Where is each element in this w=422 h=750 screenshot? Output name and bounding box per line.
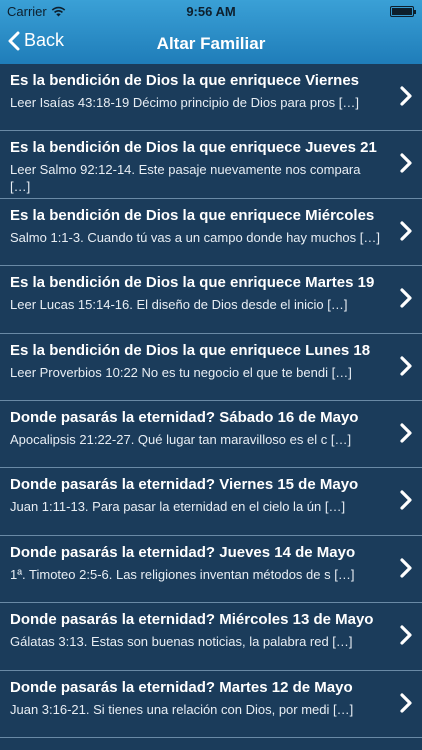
list-item[interactable]: Donde pasarás la eternidad? Miércoles 13…: [0, 603, 422, 671]
list-item-title: Es la bendición de Dios la que enriquece…: [10, 139, 377, 157]
list-item-excerpt: Leer Proverbios 10:22 No es tu negocio e…: [10, 364, 352, 380]
battery-icon: [390, 6, 416, 17]
chevron-right-icon: [400, 423, 412, 443]
status-time: 9:56 AM: [186, 4, 236, 19]
list-item-excerpt: Salmo 1:1-3. Cuando tú vas a un campo do…: [10, 229, 380, 245]
list-item-title: Donde pasarás la eternidad? Martes 12 de…: [10, 678, 353, 696]
list-item-title: Es la bendición de Dios la que enriquece…: [10, 274, 375, 292]
page-title: Altar Familiar: [156, 34, 266, 53]
list-item[interactable]: Es la bendición de Dios la que enriquece…: [0, 198, 422, 267]
list-item[interactable]: Es la bendición de Dios la que enriquece…: [0, 266, 422, 334]
list-item-excerpt: Apocalipsis 21:22-27. Qué lugar tan mara…: [10, 431, 352, 447]
status-bar: Carrier 9:56 AM: [0, 0, 422, 22]
list-item[interactable]: Es la bendición de Dios la que enriquece…: [0, 64, 422, 132]
screen: Carrier 9:56 AM Back Altar Familiar Es l…: [0, 0, 422, 750]
list-item-excerpt: 1ª. Timoteo 2:5-6. Las religiones invent…: [10, 566, 355, 582]
list-item-excerpt: Juan 3:16-21. Si tienes una relación con…: [10, 701, 354, 717]
list-item[interactable]: Donde pasarás la eternidad? Martes 12 de…: [0, 670, 422, 738]
top-bar: Carrier 9:56 AM Back Altar Familiar: [0, 0, 422, 64]
list-item-title: Donde pasarás la eternidad? Sábado 16 de…: [10, 408, 359, 426]
list-item-title: Es la bendición de Dios la que enriquece…: [10, 72, 360, 89]
devotional-list[interactable]: Es la bendición de Dios la que enriquece…: [0, 64, 422, 750]
chevron-right-icon: [400, 490, 412, 510]
chevron-right-icon: [400, 153, 412, 173]
list-item-excerpt: Juan 1:11-13. Para pasar la eternidad en…: [10, 499, 346, 515]
list-item-excerpt: Leer Salmo 92:12-14. Este pasaje nuevame…: [10, 162, 361, 195]
navigation-bar: Back Altar Familiar: [0, 22, 422, 64]
list-item[interactable]: Es la bendición de Dios la que enriquece…: [0, 131, 422, 199]
chevron-right-icon: [400, 221, 412, 241]
chevron-right-icon: [400, 558, 412, 578]
list-item-title: Es la bendición de Dios la que enriquece…: [10, 206, 375, 224]
chevron-right-icon: [400, 86, 412, 106]
list-item-title: Donde pasarás la eternidad? Viernes 15 d…: [10, 476, 359, 494]
list-item-title: Donde pasarás la eternidad? Jueves 14 de…: [10, 543, 356, 561]
list-item-excerpt: Leer Lucas 15:14-16. El diseño de Dios d…: [10, 297, 348, 313]
list-item-excerpt: Gálatas 3:13. Estas son buenas noticias,…: [10, 634, 353, 650]
list-item[interactable]: Es la bendición de Dios la que enriquece…: [0, 333, 422, 401]
chevron-right-icon: [400, 692, 412, 713]
list-item[interactable]: Donde pasarás la eternidad? Jueves 14 de…: [0, 535, 422, 604]
chevron-right-icon: [400, 288, 412, 308]
list-item-title: Es la bendición de Dios la que enriquece…: [10, 341, 371, 359]
chevron-right-icon: [400, 355, 412, 376]
list-item[interactable]: Donde pasarás la eternidad? Viernes 15 d…: [0, 468, 422, 536]
list-item-title: Donde pasarás la eternidad? Miércoles 13…: [10, 611, 374, 629]
chevron-right-icon: [400, 625, 412, 645]
battery-fill: [392, 8, 412, 15]
list-item-excerpt: Leer Isaías 43:18-19 Décimo principio de…: [10, 95, 360, 110]
list-item[interactable]: Donde pasarás la eternidad? Sábado 16 de…: [0, 400, 422, 469]
